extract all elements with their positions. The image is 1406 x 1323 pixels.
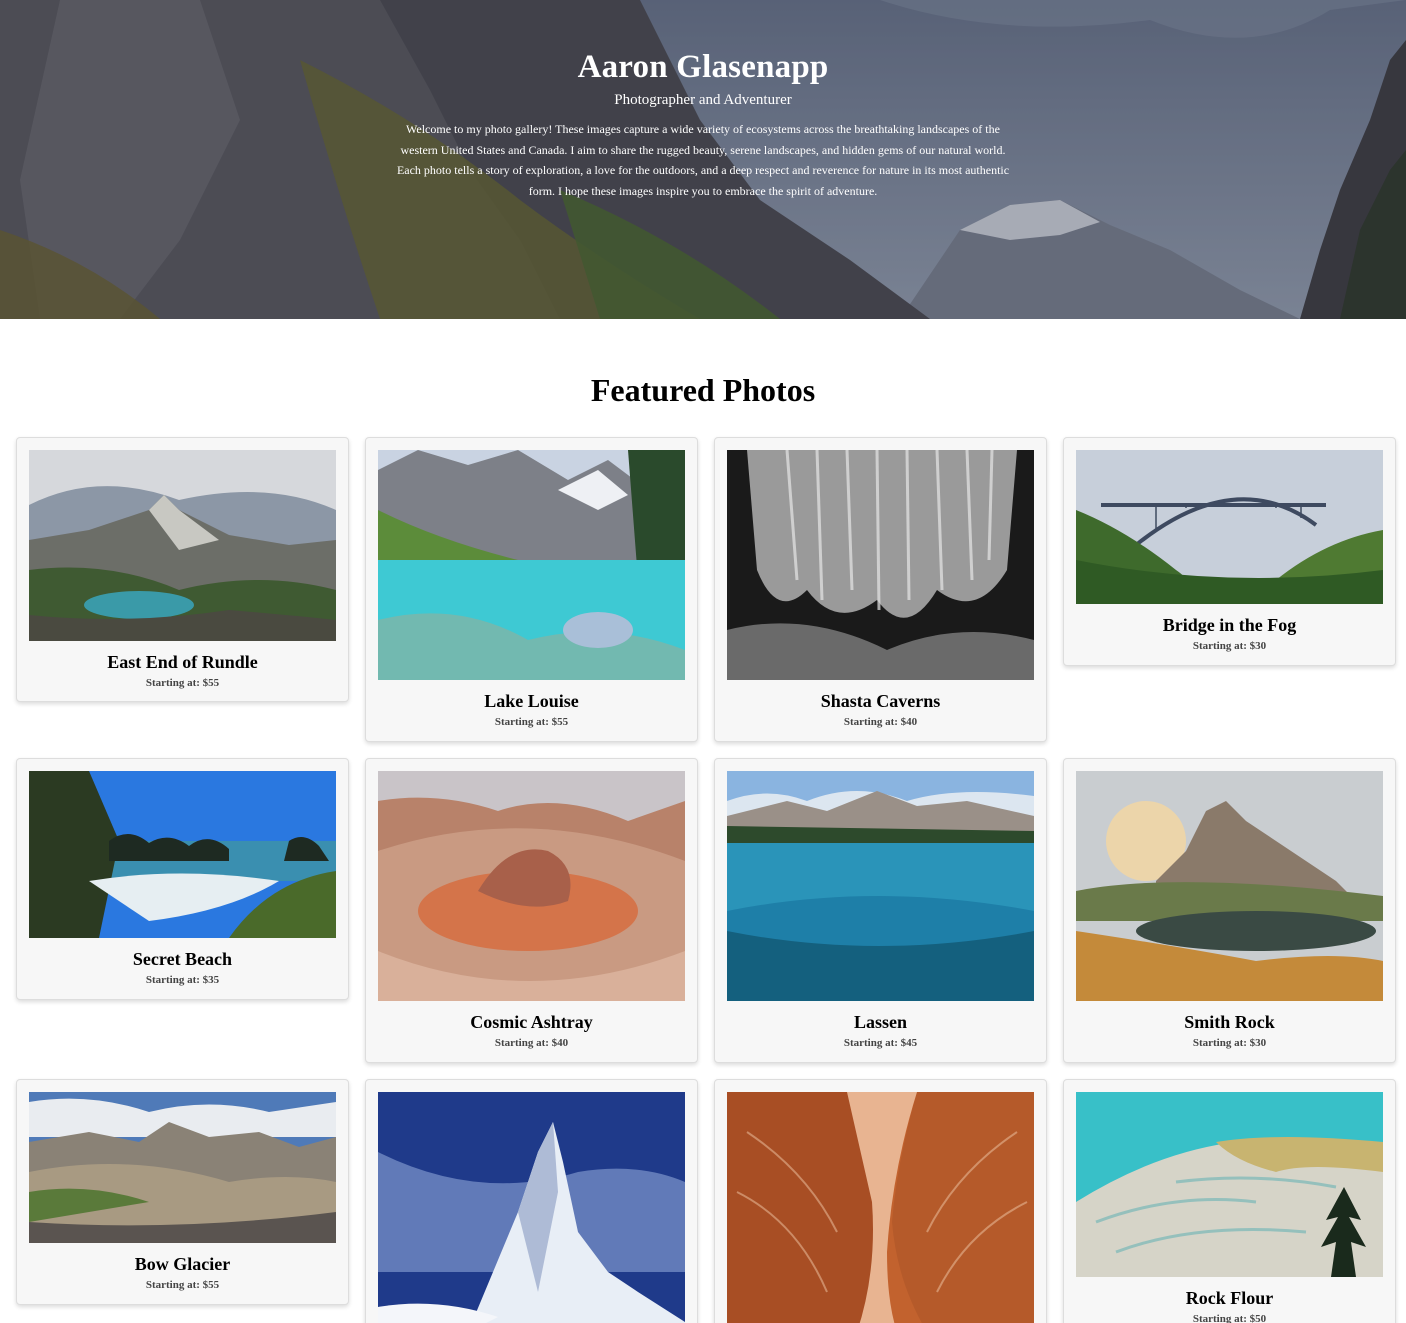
photo-shasta-caverns[interactable] (727, 450, 1034, 680)
photo-price: Starting at: $55 (494, 716, 569, 728)
photo-price: Starting at: $50 (1192, 1313, 1267, 1323)
photo-card[interactable]: Lake Louise Starting at: $55 (365, 437, 698, 742)
photo-rock-flour[interactable] (1076, 1092, 1383, 1277)
photo-price: Starting at: $40 (494, 1037, 569, 1049)
photo-card[interactable]: Bow Glacier Starting at: $55 (16, 1079, 349, 1305)
photo-price: Starting at: $35 (145, 974, 220, 986)
photo-sandstone-canyon[interactable] (727, 1092, 1034, 1323)
photo-east-end-of-rundle[interactable] (29, 450, 336, 641)
photo-lassen[interactable] (727, 771, 1034, 1001)
photo-title: Lassen (853, 1012, 907, 1032)
photo-price: Starting at: $30 (1192, 640, 1267, 652)
photo-price: Starting at: $30 (1192, 1037, 1267, 1049)
photo-title: Lake Louise (484, 691, 579, 711)
photo-ice-spire[interactable] (378, 1092, 685, 1323)
hero-content: Aaron Glasenapp Photographer and Adventu… (0, 0, 1406, 201)
photo-bow-glacier[interactable] (29, 1092, 336, 1243)
photo-title: Secret Beach (132, 949, 233, 969)
photo-title: East End of Rundle (107, 652, 258, 672)
photo-title: Shasta Caverns (820, 691, 941, 711)
photo-card[interactable]: Secret Beach Starting at: $35 (16, 758, 349, 1000)
photo-card[interactable]: Bridge in the Fog Starting at: $30 (1063, 437, 1396, 666)
photo-secret-beach[interactable] (29, 771, 336, 938)
photo-title: Rock Flour (1185, 1288, 1274, 1308)
site-subtitle: Photographer and Adventurer (614, 92, 792, 108)
photo-title: Cosmic Ashtray (470, 1012, 593, 1032)
photo-price: Starting at: $55 (145, 677, 220, 689)
photo-title: Smith Rock (1184, 1012, 1275, 1032)
photo-card[interactable]: Smith Rock Starting at: $30 (1063, 758, 1396, 1063)
photo-price: Starting at: $55 (145, 1279, 220, 1291)
featured-title: Featured Photos (590, 372, 816, 408)
photo-card[interactable] (714, 1079, 1047, 1323)
photo-card[interactable]: Rock Flour Starting at: $50 (1063, 1079, 1396, 1323)
photo-bridge-in-the-fog[interactable] (1076, 450, 1383, 604)
hero-banner: Aaron Glasenapp Photographer and Adventu… (0, 0, 1406, 319)
photo-lake-louise[interactable] (378, 450, 685, 680)
photo-card[interactable]: Lassen Starting at: $45 (714, 758, 1047, 1063)
photo-smith-rock[interactable] (1076, 771, 1383, 1001)
photo-price: Starting at: $45 (843, 1037, 918, 1049)
photo-cosmic-ashtray[interactable] (378, 771, 685, 1001)
photo-title: Bow Glacier (134, 1254, 231, 1274)
photo-title: Bridge in the Fog (1162, 615, 1297, 635)
photo-price: Starting at: $40 (843, 716, 918, 728)
photo-card[interactable]: Shasta Caverns Starting at: $40 (714, 437, 1047, 742)
photo-card[interactable] (365, 1079, 698, 1323)
photo-card[interactable]: Cosmic Ashtray Starting at: $40 (365, 758, 698, 1063)
site-title: Aaron Glasenapp (577, 49, 829, 85)
intro-paragraph: Welcome to my photo gallery! These image… (396, 122, 1010, 198)
photo-card[interactable]: East End of Rundle Starting at: $55 (16, 437, 349, 702)
